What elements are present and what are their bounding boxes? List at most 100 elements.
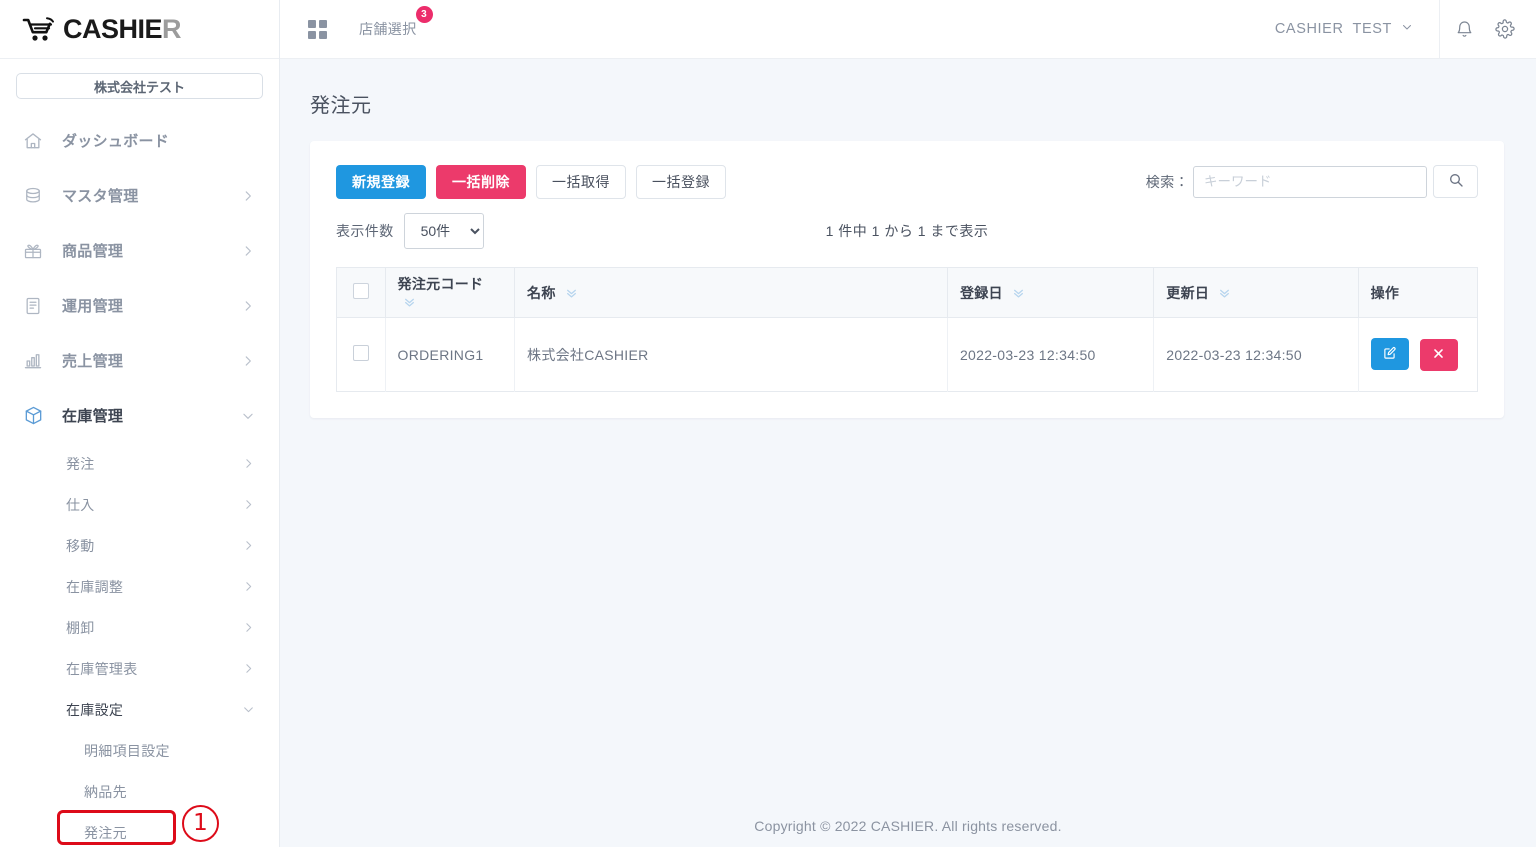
page-title: 発注元 xyxy=(310,95,372,117)
column-label: 操作 xyxy=(1370,284,1400,301)
row-delete-button[interactable] xyxy=(1419,338,1458,371)
footer: Copyright © 2022 CASHIER. All rights res… xyxy=(280,805,1536,847)
sidebar-item-label: マスタ管理 xyxy=(62,188,139,205)
sidebar-nav: ダッシュボード マスタ管理 商品管理 運用管理 売上管理 在庫管理 発注 仕入 … xyxy=(0,113,279,847)
double-chevron-down-icon xyxy=(403,295,416,311)
search-button[interactable] xyxy=(1433,165,1478,198)
chevron-right-icon xyxy=(242,498,255,511)
double-chevron-down-icon xyxy=(1218,286,1231,302)
database-icon xyxy=(22,185,44,207)
sidebar-subitem-label: 在庫調整 xyxy=(66,578,124,595)
sidebar-subitem-label: 在庫管理表 xyxy=(66,660,138,677)
sidebar-subitem-stock-report[interactable]: 在庫管理表 xyxy=(0,648,279,689)
chevron-down-icon xyxy=(242,703,255,716)
sidebar-subitem-purchase[interactable]: 仕入 xyxy=(0,484,279,525)
bar-chart-icon xyxy=(22,350,44,372)
cell-created: 2022-03-23 12:34:50 xyxy=(947,317,1155,392)
row-edit-button[interactable] xyxy=(1370,338,1409,371)
box-icon xyxy=(22,405,44,427)
notification-bell-icon[interactable] xyxy=(1440,0,1488,59)
sidebar-item-master[interactable]: マスタ管理 xyxy=(0,168,279,223)
column-label: 更新日 xyxy=(1166,284,1210,301)
select-all-checkbox[interactable] xyxy=(352,283,369,299)
chevron-right-icon xyxy=(241,244,255,258)
chevron-right-icon xyxy=(241,299,255,313)
chevron-right-icon xyxy=(241,189,255,203)
chevron-right-icon xyxy=(242,580,255,593)
user-name-label: TEST xyxy=(1352,21,1392,37)
sidebar-subitem-stock-adjust[interactable]: 在庫調整 xyxy=(0,566,279,607)
bulk-register-button[interactable]: 一括登録 xyxy=(636,165,726,199)
sidebar-subitem-transfer[interactable]: 移動 xyxy=(0,525,279,566)
annotation-step-marker: 1 xyxy=(182,805,219,842)
grid-apps-icon[interactable] xyxy=(308,19,327,39)
row-select-checkbox[interactable] xyxy=(352,345,369,361)
brand-logo: CASHIER xyxy=(22,13,182,44)
sidebar-subitem-ordering[interactable]: 発注 xyxy=(0,443,279,484)
sidebar-item-label: 商品管理 xyxy=(62,243,124,260)
data-table: 発注元コード 名称 登録日 更新日 操作 ORDERING1 株式会社CASHI… xyxy=(336,267,1478,392)
brand-name: CASHIER xyxy=(63,13,182,44)
table-header-created[interactable]: 登録日 xyxy=(947,267,1155,318)
page-length-select[interactable]: 50件 xyxy=(403,213,484,249)
double-chevron-down-icon xyxy=(1012,286,1025,302)
app-root: CASHIER 株式会社テスト ダッシュボード マスタ管理 商品管理 運用管理 … xyxy=(0,0,1536,847)
sidebar-subitem-label: 棚卸 xyxy=(66,619,95,636)
cell-updated: 2022-03-23 12:34:50 xyxy=(1153,317,1359,392)
footer-copyright: Copyright © 2022 CASHIER. All rights res… xyxy=(754,818,1062,834)
search-area: 検索： xyxy=(1146,165,1478,198)
sidebar-subitem-label: 納品先 xyxy=(84,783,127,800)
table-head: 発注元コード 名称 登録日 更新日 操作 xyxy=(336,267,1478,318)
company-chip[interactable]: 株式会社テスト xyxy=(16,73,263,99)
sidebar-item-products[interactable]: 商品管理 xyxy=(0,223,279,278)
sidebar-item-operations[interactable]: 運用管理 xyxy=(0,278,279,333)
table-body: ORDERING1 株式会社CASHIER 2022-03-23 12:34:5… xyxy=(336,317,1478,392)
search-input[interactable] xyxy=(1193,165,1427,198)
cell-name: 株式会社CASHIER xyxy=(514,317,948,392)
row-checkbox-cell[interactable] xyxy=(336,317,386,392)
search-label: 検索： xyxy=(1145,173,1189,190)
column-label: 名称 xyxy=(527,284,556,301)
sidebar-item-dashboard[interactable]: ダッシュボード xyxy=(0,113,279,168)
user-menu-button[interactable]: CASHIER TEST xyxy=(1275,21,1439,37)
store-select-button[interactable]: 店舗選択 3 xyxy=(359,6,433,39)
table-header-name[interactable]: 名称 xyxy=(514,267,948,318)
cell-actions xyxy=(1358,318,1477,392)
sidebar-subitem-label: 移動 xyxy=(66,537,95,554)
sidebar-item-sales[interactable]: 売上管理 xyxy=(0,333,279,388)
sidebar-item-label: 在庫管理 xyxy=(62,408,124,425)
table-header-code[interactable]: 発注元コード xyxy=(385,267,516,318)
store-select-badge: 3 xyxy=(415,6,433,23)
edit-pencil-icon xyxy=(1383,346,1397,363)
new-register-button[interactable]: 新規登録 xyxy=(336,165,426,199)
listing-controls: 表示件数 50件 1 件中 1 から 1 まで表示 xyxy=(336,213,1478,249)
toolbar: 新規登録 一括削除 一括取得 一括登録 検索： xyxy=(336,165,1478,199)
search-icon xyxy=(1448,172,1464,191)
chevron-right-icon xyxy=(241,354,255,368)
sidebar-subitem-delivery-destination[interactable]: 納品先 xyxy=(0,771,279,812)
bulk-delete-button[interactable]: 一括削除 xyxy=(436,165,526,199)
brand-header[interactable]: CASHIER xyxy=(0,0,279,59)
sidebar-subitem-detail-fields[interactable]: 明細項目設定 xyxy=(0,730,279,771)
content-card: 新規登録 一括削除 一括取得 一括登録 検索： 表示件数 50 xyxy=(310,141,1504,418)
sidebar: CASHIER 株式会社テスト ダッシュボード マスタ管理 商品管理 運用管理 … xyxy=(0,0,280,847)
main-content: 発注元 新規登録 一括削除 一括取得 一括登録 検索： キーワード 表示件数 5… xyxy=(280,59,1536,847)
table-header-actions: 操作 xyxy=(1358,267,1478,318)
sidebar-item-inventory[interactable]: 在庫管理 xyxy=(0,388,279,443)
page-length-label: 表示件数 xyxy=(336,223,394,239)
chevron-right-icon xyxy=(242,662,255,675)
column-label: 登録日 xyxy=(959,284,1003,301)
sidebar-subitem-stock-settings[interactable]: 在庫設定 xyxy=(0,689,279,730)
shopping-cart-icon xyxy=(22,16,56,43)
bulk-fetch-button[interactable]: 一括取得 xyxy=(536,165,626,199)
sidebar-subitem-stocktaking[interactable]: 棚卸 xyxy=(0,607,279,648)
home-icon xyxy=(22,130,44,152)
chevron-down-icon xyxy=(1401,21,1413,37)
table-header-checkbox[interactable] xyxy=(336,267,386,318)
settings-gear-icon[interactable] xyxy=(1488,0,1536,59)
table-header-updated[interactable]: 更新日 xyxy=(1153,267,1359,318)
sidebar-subitem-ordering-source[interactable]: 発注元 xyxy=(0,812,279,847)
header-right: CASHIER TEST xyxy=(1275,0,1536,59)
sidebar-subitem-label: 発注 xyxy=(66,455,95,472)
store-select-label: 店舗選択 xyxy=(359,21,417,37)
